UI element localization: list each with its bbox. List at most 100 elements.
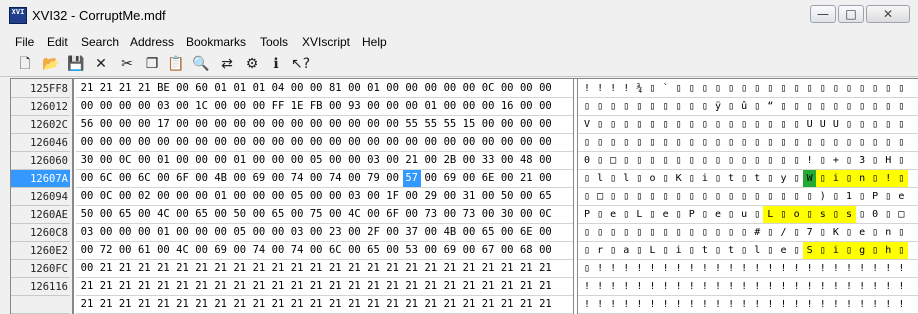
text-char-cell[interactable]: ▯ [659,224,673,241]
text-char-cell[interactable]: ▯ [855,116,869,133]
text-char-cell[interactable]: ▯ [803,188,817,205]
text-char-cell[interactable]: ! [724,278,738,295]
replace-icon[interactable]: ⇄ [218,55,236,73]
hex-byte-cell[interactable]: 21 [154,260,172,277]
text-char-cell[interactable]: ! [659,296,673,313]
hex-byte-cell[interactable]: 0C [116,152,134,169]
text-char-cell[interactable]: e [711,206,725,223]
text-char-cell[interactable]: ▯ [790,152,804,169]
hex-byte-cell[interactable]: 00 [288,134,306,151]
hex-byte-cell[interactable]: 00 [517,134,535,151]
text-char-cell[interactable]: ▯ [777,98,791,115]
hex-byte-cell[interactable]: 00 [231,242,249,259]
hex-byte-cell[interactable]: 21 [345,296,363,313]
hex-byte-cell[interactable]: 03 [288,224,306,241]
hex-byte-cell[interactable]: 00 [288,152,306,169]
hex-byte-cell[interactable]: 21 [403,152,421,169]
hex-byte-cell[interactable]: 21 [307,278,325,295]
text-char-cell[interactable]: ! [803,278,817,295]
text-char-cell[interactable]: ! [894,296,908,313]
hex-byte-cell[interactable]: 00 [288,206,306,223]
hex-byte-cell[interactable]: 00 [326,134,344,151]
text-char-cell[interactable]: ▯ [790,134,804,151]
text-char-cell[interactable]: ▯ [894,224,908,241]
text-char-cell[interactable]: K [672,170,686,187]
text-char-cell[interactable]: ▯ [868,134,882,151]
text-char-cell[interactable]: ▯ [777,188,791,205]
text-char-cell[interactable]: ▯ [737,134,751,151]
hex-byte-cell[interactable]: 00 [269,134,287,151]
text-char-cell[interactable]: r [593,242,607,259]
text-char-cell[interactable]: t [698,242,712,259]
text-char-cell[interactable]: ! [855,278,869,295]
hex-byte-cell[interactable]: 04 [269,80,287,97]
text-char-cell[interactable]: U [829,116,843,133]
text-char-cell[interactable]: ▯ [698,206,712,223]
text-char-cell[interactable]: ▯ [737,224,751,241]
text-char-cell[interactable]: ! [724,296,738,313]
hex-byte-cell[interactable]: 00 [307,116,325,133]
hex-byte-cell[interactable]: 00 [460,80,478,97]
text-char-cell[interactable]: ! [737,278,751,295]
hex-byte-cell[interactable]: 00 [384,224,402,241]
hex-byte-cell[interactable]: 00 [422,170,440,187]
hex-byte-cell[interactable]: 21 [460,296,478,313]
hex-byte-cell[interactable]: 00 [536,116,554,133]
text-char-cell[interactable]: ▯ [868,242,883,259]
hex-byte-cell[interactable]: 01 [154,224,172,241]
hex-byte-cell[interactable]: 6F [384,206,402,223]
text-char-cell[interactable]: L [763,206,778,223]
hex-byte-cell[interactable]: 00 [78,170,96,187]
hex-byte-cell[interactable]: 21 [326,296,344,313]
hex-byte-cell[interactable]: 2F [365,224,383,241]
hex-byte-cell[interactable]: 74 [288,170,306,187]
text-char-cell[interactable]: ! [580,278,594,295]
hex-byte-cell[interactable]: 00 [460,170,478,187]
text-char-cell[interactable]: ▯ [698,224,712,241]
text-char-cell[interactable]: i [828,170,843,187]
hex-byte-cell[interactable]: 00 [517,206,535,223]
text-char-cell[interactable]: ! [672,278,686,295]
text-char-cell[interactable]: ▯ [619,98,633,115]
text-char-cell[interactable]: ▯ [750,134,764,151]
hex-byte-cell[interactable]: 4B [441,224,459,241]
hex-byte-cell[interactable]: 00 [460,224,478,241]
text-char-cell[interactable]: ▯ [894,134,908,151]
text-char-cell[interactable]: ▯ [711,188,725,205]
hex-byte-cell[interactable]: 21 [78,80,96,97]
hex-byte-cell[interactable]: 00 [174,152,192,169]
text-char-cell[interactable]: h [881,242,896,259]
hex-byte-cell[interactable]: 05 [288,188,306,205]
hex-byte-cell[interactable]: 00 [174,80,192,97]
text-char-cell[interactable]: s [815,206,830,223]
hex-byte-cell[interactable]: 00 [441,98,459,115]
hex-byte-cell[interactable]: 00 [97,98,115,115]
hex-byte-cell[interactable]: 21 [460,260,478,277]
text-char-cell[interactable]: P [685,206,699,223]
text-char-cell[interactable]: ! [803,296,817,313]
hex-byte-cell[interactable]: 21 [135,296,153,313]
hex-byte-cell[interactable]: 00 [365,206,383,223]
hex-byte-cell[interactable]: 30 [498,206,516,223]
hex-byte-cell[interactable]: 00 [384,134,402,151]
text-char-cell[interactable]: ▯ [659,170,673,187]
hex-byte-cell[interactable]: 56 [78,116,96,133]
hex-byte-cell[interactable]: 21 [174,260,192,277]
text-char-cell[interactable]: ▯ [855,134,869,151]
text-char-cell[interactable]: V [580,116,594,133]
hex-byte-cell[interactable]: 57 [402,170,421,187]
text-char-cell[interactable]: ▯ [698,134,712,151]
hex-byte-cell[interactable]: 00 [384,170,402,187]
hex-byte-cell[interactable]: 74 [326,170,344,187]
hex-byte-cell[interactable]: 6C [97,170,115,187]
hex-byte-cell[interactable]: 00 [517,116,535,133]
hex-byte-cell[interactable]: 21 [231,278,249,295]
hex-byte-cell[interactable]: 21 [422,296,440,313]
text-char-cell[interactable]: ▯ [724,98,738,115]
text-char-cell[interactable]: ▯ [894,80,908,97]
text-char-cell[interactable]: ! [855,260,869,277]
text-char-cell[interactable]: ▯ [842,224,856,241]
hex-byte-cell[interactable]: 00 [193,242,211,259]
text-char-cell[interactable]: ! [672,260,686,277]
hex-byte-cell[interactable]: 21 [460,278,478,295]
